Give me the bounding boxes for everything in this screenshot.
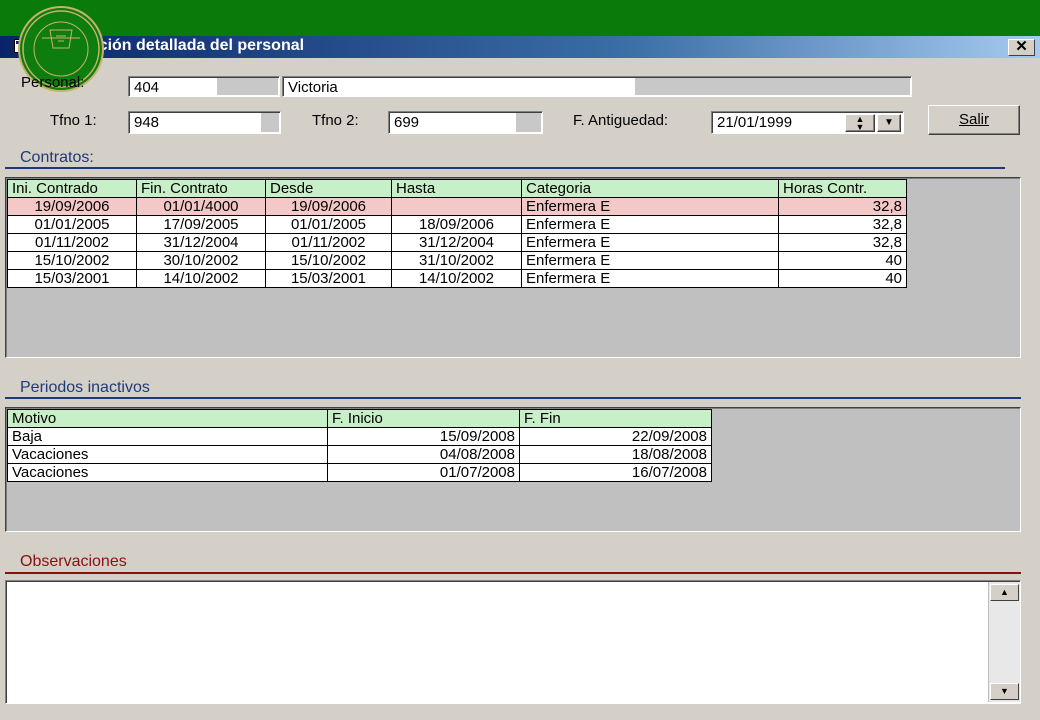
- tfno1-value: 948: [134, 114, 160, 131]
- cell: Vacaciones: [7, 445, 328, 464]
- scroll-down-button[interactable]: ▼: [990, 683, 1019, 700]
- cell: 31/12/2004: [136, 233, 266, 252]
- scroll-up-button[interactable]: ▲: [990, 584, 1019, 601]
- cell: 22/09/2008: [519, 427, 712, 446]
- contratos-header-row: Ini. Contrado Fin. Contrato Desde Hasta …: [7, 179, 907, 198]
- observaciones-title: Observaciones: [20, 553, 127, 570]
- tfno2-value: 699: [394, 114, 420, 131]
- cell: Enfermera E: [521, 215, 779, 234]
- cell: Enfermera E: [521, 197, 779, 216]
- cell: 15/09/2008: [327, 427, 520, 446]
- table-row[interactable]: 01/01/2005 17/09/2005 01/01/2005 18/09/2…: [7, 215, 907, 234]
- col-f-inicio[interactable]: F. Inicio: [327, 409, 520, 428]
- tfno1-field[interactable]: 948: [128, 111, 281, 134]
- observaciones-scrollbar[interactable]: ▲ ▼: [988, 582, 1020, 702]
- periodos-header-row: Motivo F. Inicio F. Fin: [7, 409, 712, 428]
- observaciones-divider: [5, 572, 1021, 574]
- cell: 01/01/4000: [136, 197, 266, 216]
- tfno2-field[interactable]: 699: [388, 111, 543, 134]
- arrow-down-icon: ▼: [1000, 686, 1009, 696]
- cell: 32,8: [778, 233, 907, 252]
- cell: 30/10/2002: [136, 251, 266, 270]
- periodos-title: Periodos inactivos: [20, 379, 150, 396]
- personal-id-value: 404: [134, 79, 160, 96]
- tfno2-label: Tfno 2:: [312, 112, 359, 129]
- antiguedad-date-field[interactable]: 21/01/1999: [711, 111, 904, 134]
- tfno1-label: Tfno 1:: [50, 112, 97, 129]
- cell: 04/08/2008: [327, 445, 520, 464]
- cell: Baja: [7, 427, 328, 446]
- cell: 18/08/2008: [519, 445, 712, 464]
- col-horas-contr[interactable]: Horas Contr.: [778, 179, 907, 198]
- table-row[interactable]: Vacaciones 04/08/2008 18/08/2008: [7, 445, 712, 464]
- personal-label: Personal:: [21, 74, 85, 91]
- arrow-up-icon: ▲: [1000, 587, 1009, 597]
- contratos-table: Ini. Contrado Fin. Contrato Desde Hasta …: [7, 179, 907, 288]
- chevron-down-icon: ▼: [884, 117, 894, 128]
- table-row[interactable]: 01/11/2002 31/12/2004 01/11/2002 31/12/2…: [7, 233, 907, 252]
- col-categoria[interactable]: Categoria: [521, 179, 779, 198]
- cell: 14/10/2002: [391, 269, 522, 288]
- periodos-divider: [5, 397, 1021, 399]
- cell: Enfermera E: [521, 233, 779, 252]
- cell: 31/12/2004: [391, 233, 522, 252]
- cell: 14/10/2002: [136, 269, 266, 288]
- date-spin-button[interactable]: ▲ ▼: [845, 114, 875, 132]
- cell: 16/07/2008: [519, 463, 712, 482]
- cell: 19/09/2006: [7, 197, 137, 216]
- cell: 15/10/2002: [7, 251, 137, 270]
- cell: 31/10/2002: [391, 251, 522, 270]
- salir-label: Salir: [958, 111, 989, 128]
- personal-name-value: Victoria: [288, 79, 338, 96]
- col-hasta[interactable]: Hasta: [391, 179, 522, 198]
- cell: [391, 197, 522, 216]
- antiguedad-label: F. Antiguedad:: [573, 112, 669, 129]
- cell: 40: [778, 269, 907, 288]
- contratos-title: Contratos:: [20, 149, 94, 166]
- cell: 19/09/2006: [265, 197, 392, 216]
- cell: 18/09/2006: [391, 215, 522, 234]
- cell: 15/03/2001: [7, 269, 137, 288]
- cell: 01/01/2005: [7, 215, 137, 234]
- table-row[interactable]: Baja 15/09/2008 22/09/2008: [7, 427, 712, 446]
- contratos-grid[interactable]: Ini. Contrado Fin. Contrato Desde Hasta …: [5, 177, 1021, 358]
- close-icon: ✕: [1015, 38, 1028, 55]
- periodos-table: Motivo F. Inicio F. Fin Baja 15/09/2008 …: [7, 409, 712, 482]
- table-row[interactable]: 15/03/2001 14/10/2002 15/03/2001 14/10/2…: [7, 269, 907, 288]
- periodos-grid[interactable]: Motivo F. Inicio F. Fin Baja 15/09/2008 …: [5, 407, 1021, 532]
- date-dropdown-button[interactable]: ▼: [877, 114, 901, 132]
- personal-name-field[interactable]: Victoria: [282, 76, 912, 97]
- contratos-divider: [5, 167, 1005, 169]
- cell: 01/07/2008: [327, 463, 520, 482]
- personal-id-field[interactable]: 404: [128, 76, 280, 97]
- cell: 01/11/2002: [7, 233, 137, 252]
- top-banner: [0, 0, 1040, 36]
- cell: Enfermera E: [521, 251, 779, 270]
- cell: 15/10/2002: [265, 251, 392, 270]
- observaciones-textarea[interactable]: ▲ ▼: [5, 580, 1021, 704]
- col-f-fin[interactable]: F. Fin: [519, 409, 712, 428]
- cell: 17/09/2005: [136, 215, 266, 234]
- col-ini-contrato[interactable]: Ini. Contrado: [7, 179, 137, 198]
- cell: 32,8: [778, 215, 907, 234]
- close-button[interactable]: ✕: [1008, 39, 1035, 56]
- cell: 15/03/2001: [265, 269, 392, 288]
- cell: 01/01/2005: [265, 215, 392, 234]
- col-desde[interactable]: Desde: [265, 179, 392, 198]
- cell: 40: [778, 251, 907, 270]
- cell: Enfermera E: [521, 269, 779, 288]
- window-titlebar: Información detallada del personal ✕: [0, 36, 1040, 58]
- table-row[interactable]: Vacaciones 01/07/2008 16/07/2008: [7, 463, 712, 482]
- col-motivo[interactable]: Motivo: [7, 409, 328, 428]
- salir-button[interactable]: Salir: [928, 105, 1020, 135]
- table-row[interactable]: 15/10/2002 30/10/2002 15/10/2002 31/10/2…: [7, 251, 907, 270]
- cell: Vacaciones: [7, 463, 328, 482]
- cell: 32,8: [778, 197, 907, 216]
- col-fin-contrato[interactable]: Fin. Contrato: [136, 179, 266, 198]
- antiguedad-value: 21/01/1999: [717, 114, 793, 131]
- spin-down-icon: ▼: [855, 122, 865, 132]
- table-row[interactable]: 19/09/2006 01/01/4000 19/09/2006 Enferme…: [7, 197, 907, 216]
- cell: 01/11/2002: [265, 233, 392, 252]
